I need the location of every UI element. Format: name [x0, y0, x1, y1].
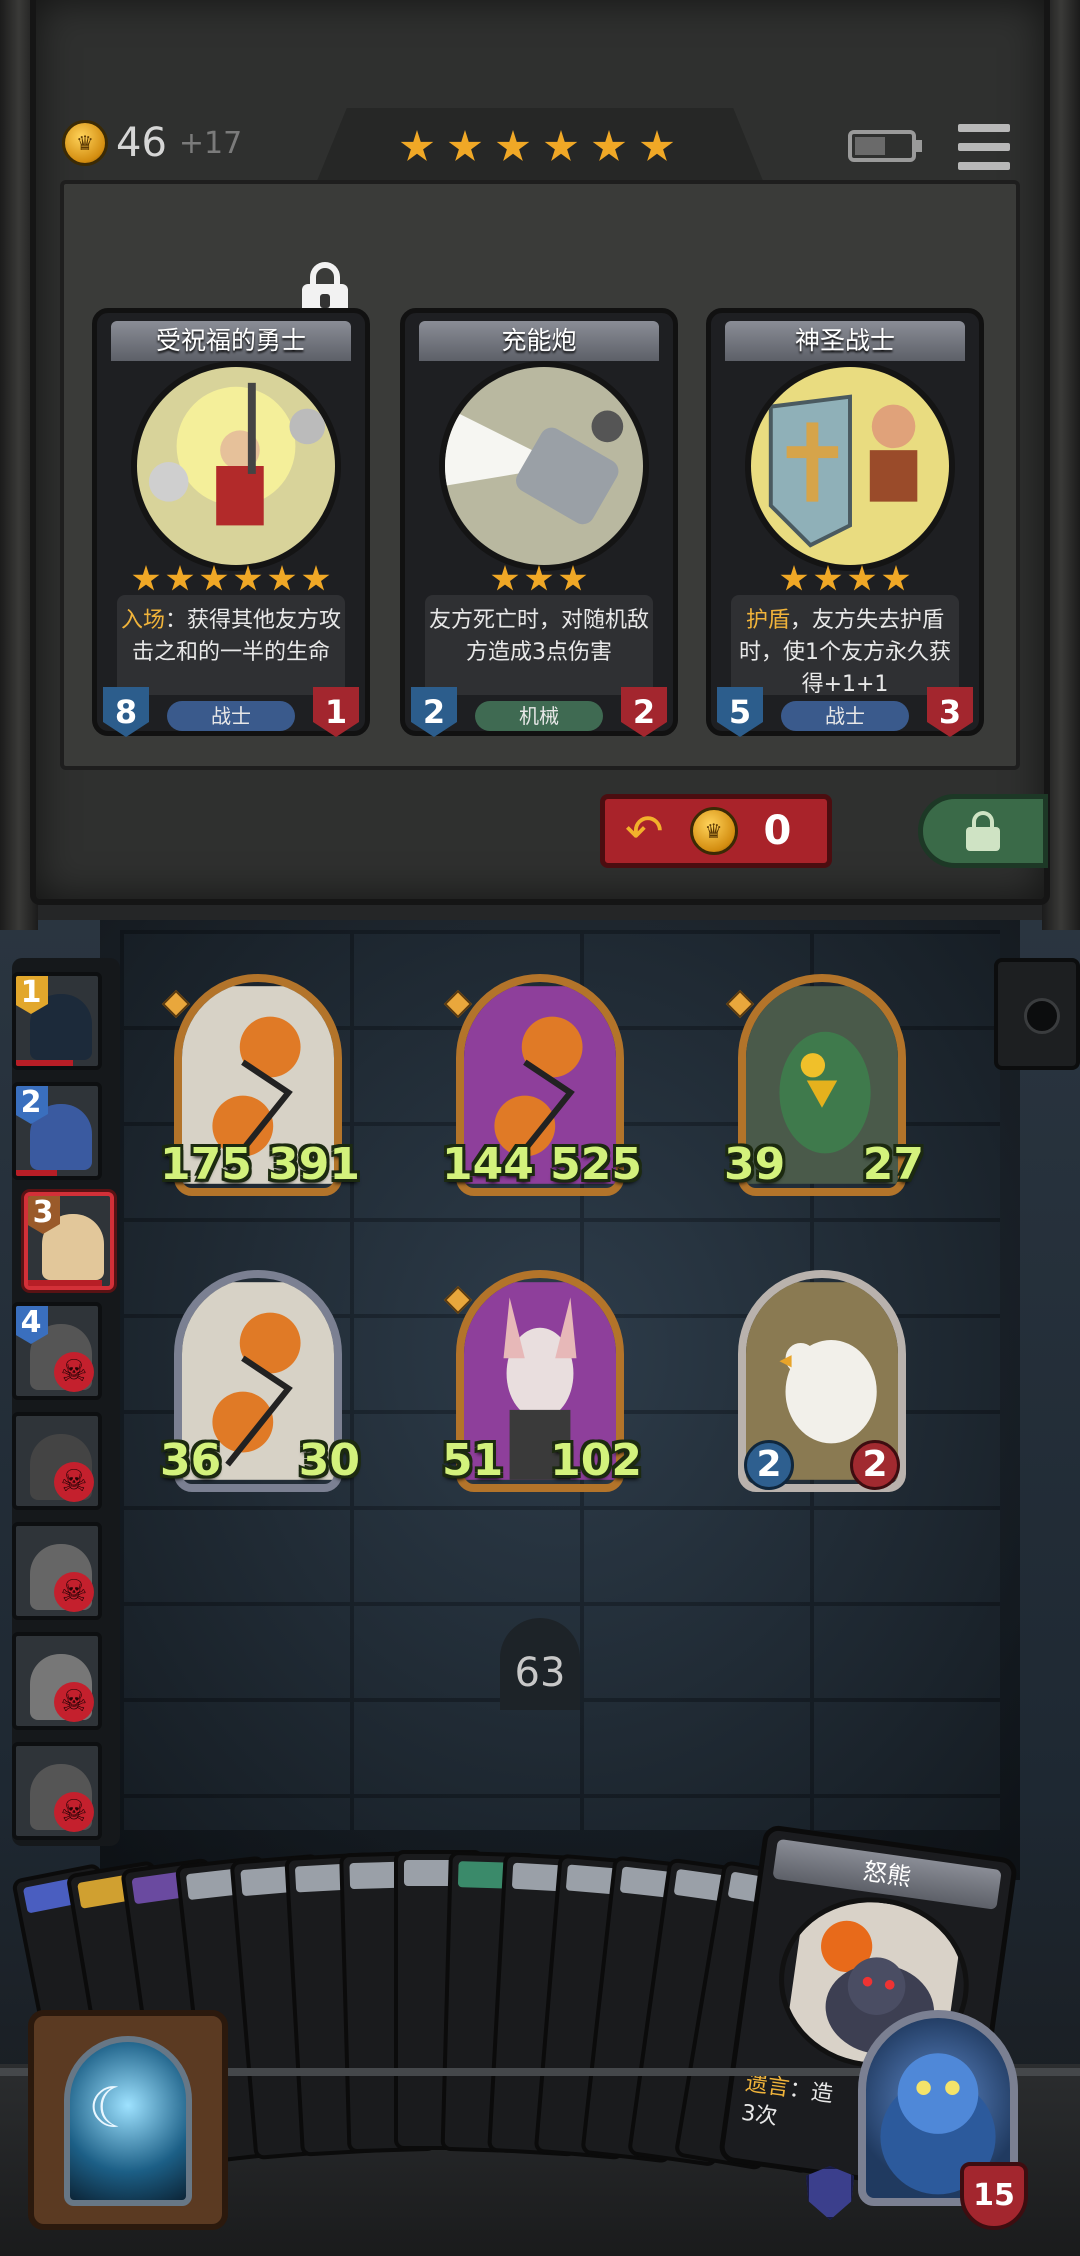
card-description: 护盾，友方失去护盾时，使1个友方永久获得+1+1: [731, 595, 959, 697]
card-attack: 8: [103, 687, 149, 737]
minion-attack: 51: [442, 1435, 504, 1486]
board-minion[interactable]: 36 30: [160, 1270, 360, 1492]
minion-attack: 144: [442, 1139, 534, 1190]
card-tribe: 战士: [167, 701, 295, 731]
shop-card-charged-cannon[interactable]: 充能炮 友方死亡时，对随机敌方造成3点伤害 2 机械 2: [400, 308, 678, 737]
card-stars: [405, 565, 673, 593]
shop-card-blessed-warrior[interactable]: 受祝福的勇士 入场：获得其他友方攻击之和的一半的生命 8 战士 1: [92, 308, 370, 737]
right-knob: [994, 958, 1080, 1070]
opponent-slot[interactable]: ☠: [12, 1412, 102, 1510]
card-attack: 5: [717, 687, 763, 737]
card-art: [745, 361, 955, 571]
card-title: 充能炮: [419, 321, 659, 361]
refresh-icon: ↶: [625, 804, 664, 858]
minion-health: 525: [550, 1139, 642, 1190]
coin-icon: ♛: [62, 120, 108, 166]
star-icon: [448, 130, 482, 161]
card-title: 神圣战士: [725, 321, 965, 361]
minion-health: 30: [298, 1435, 360, 1486]
board-minion[interactable]: 51 102: [442, 1270, 642, 1492]
minion-health: 2: [850, 1440, 900, 1490]
card-title: 受祝福的勇士: [111, 321, 351, 361]
menu-button[interactable]: [958, 124, 1010, 170]
gold-amount: 46: [116, 120, 167, 166]
card-health: 1: [313, 687, 359, 737]
skull-icon: ☠: [54, 1792, 94, 1832]
opponent-slot[interactable]: 4 ☠: [12, 1302, 102, 1400]
skull-icon: ☠: [54, 1352, 94, 1392]
shop-card-holy-warrior[interactable]: 神圣战士 护盾，友方失去护盾时，使1个友方永久获得+1+1 5 战士 3: [706, 308, 984, 737]
game-screen: { "header": { "gold": "46", "gold_income…: [0, 0, 1080, 2256]
opponent-slot[interactable]: 2: [12, 1082, 102, 1180]
opponent-slot[interactable]: 1: [12, 972, 102, 1070]
minion-attack: 39: [724, 1139, 786, 1190]
refresh-cost: 0: [763, 808, 792, 854]
player-health: 15: [960, 2162, 1028, 2230]
board-minion[interactable]: 39 27: [724, 974, 924, 1196]
star-icon: [640, 130, 674, 161]
star-icon: [544, 130, 578, 161]
card-art: [131, 361, 341, 571]
opponent-slot[interactable]: ☠: [12, 1742, 102, 1840]
hero-power-button[interactable]: ☾: [28, 2010, 228, 2230]
minion-attack: 2: [744, 1440, 794, 1490]
refresh-button[interactable]: ↶ ♛ 0: [600, 794, 832, 868]
battery-icon: [848, 130, 922, 162]
gold-display: ♛ 46 +17: [62, 120, 242, 166]
card-tribe: 机械: [475, 701, 603, 731]
board-minion[interactable]: 175 391: [160, 974, 360, 1196]
card-stars: [97, 565, 365, 593]
opponent-health-bar: [16, 1170, 57, 1176]
coin-icon: ♛: [689, 807, 738, 855]
skull-icon: ☠: [54, 1572, 94, 1612]
minion-attack: 36: [160, 1435, 222, 1486]
tavern-tier-stars: [400, 130, 674, 164]
opponent-health-bar: [16, 1060, 74, 1066]
card-description: 入场：获得其他友方攻击之和的一半的生命: [117, 595, 345, 695]
star-icon: [592, 130, 626, 161]
opponent-health-bar: [28, 1280, 102, 1286]
card-attack: 2: [411, 687, 457, 737]
card-art: [439, 361, 649, 571]
star-icon: [496, 130, 530, 161]
card-health: 2: [621, 687, 667, 737]
minion-health: 391: [268, 1139, 360, 1190]
minion-health: 102: [550, 1435, 642, 1486]
opponent-slot[interactable]: ☠: [12, 1632, 102, 1730]
minion-health: 27: [862, 1139, 924, 1190]
card-tribe: 战士: [781, 701, 909, 731]
skull-icon: ☠: [54, 1682, 94, 1722]
opponent-slot[interactable]: ☠: [12, 1522, 102, 1620]
card-health: 3: [927, 687, 973, 737]
minion-attack: 175: [160, 1139, 252, 1190]
unlock-icon: [966, 811, 1000, 851]
hero-power-icon: ☾: [88, 2076, 139, 2141]
card-description: 友方死亡时，对随机敌方造成3点伤害: [425, 595, 653, 695]
turn-counter: 63: [500, 1618, 580, 1710]
card-stars: [711, 565, 979, 593]
board-minion[interactable]: 2 2: [738, 1270, 906, 1492]
gold-income: +17: [178, 125, 243, 161]
board-minion[interactable]: 144 525: [442, 974, 642, 1196]
skull-icon: ☠: [54, 1462, 94, 1502]
star-icon: [400, 130, 434, 161]
freeze-button[interactable]: [918, 794, 1048, 868]
opponent-slot[interactable]: 3: [24, 1192, 114, 1290]
